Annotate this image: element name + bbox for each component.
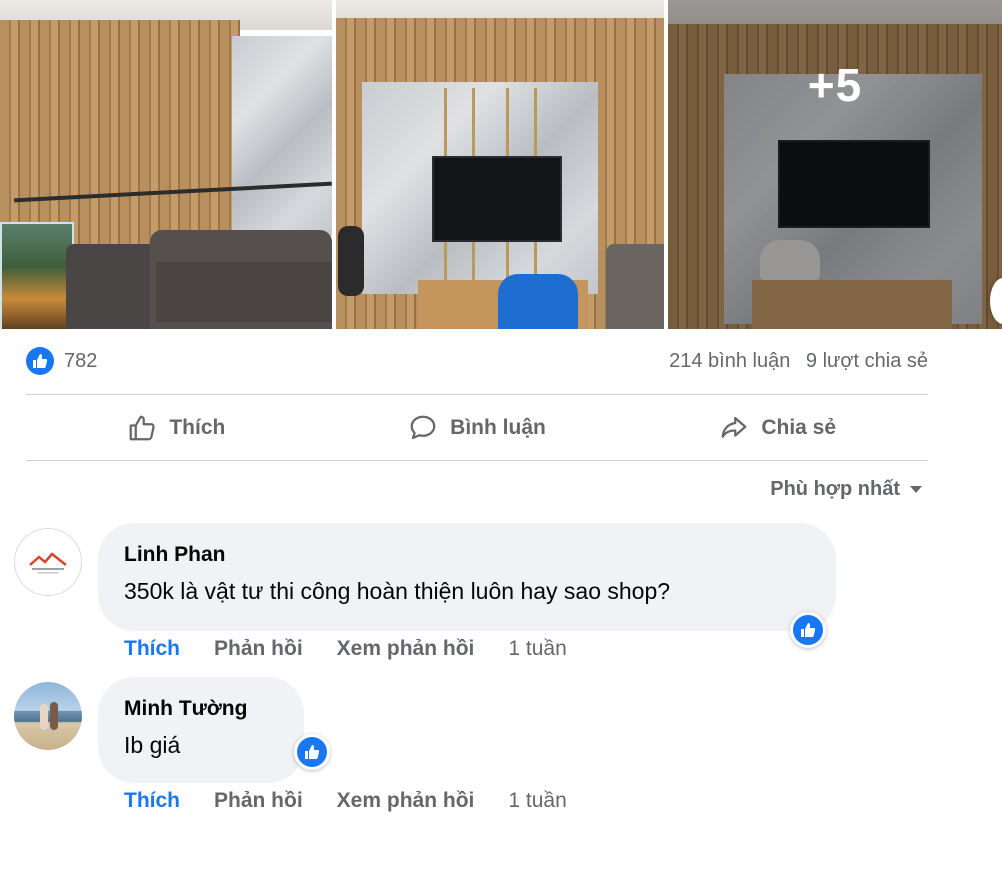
- comment-actions: Thích Phản hồi Xem phản hồi 1 tuần: [124, 789, 567, 813]
- share-count-link[interactable]: 9 lượt chia sẻ: [806, 350, 928, 372]
- post-photo-2[interactable]: [336, 0, 664, 329]
- comment-author[interactable]: Linh Phan: [124, 541, 808, 569]
- post-photo-1[interactable]: [0, 0, 332, 329]
- comment-text: Ib giá: [124, 732, 181, 758]
- logo-icon: [29, 552, 67, 574]
- caret-down-icon: [910, 486, 922, 493]
- comment-reply-link[interactable]: Phản hồi: [214, 637, 303, 661]
- comment-reply-link[interactable]: Phản hồi: [214, 789, 303, 813]
- like-reaction-icon: [297, 737, 327, 767]
- view-replies-link[interactable]: Xem phản hồi: [337, 789, 475, 813]
- divider: [26, 460, 928, 461]
- share-icon: [721, 416, 747, 438]
- comment-bubble: Minh Tường Ib giá: [98, 677, 304, 783]
- like-button[interactable]: Thích: [26, 396, 327, 460]
- comment-button-label: Bình luận: [450, 416, 546, 439]
- comment-timestamp[interactable]: 1 tuần: [508, 637, 566, 661]
- more-photos-count: +5: [807, 58, 863, 111]
- comment-reaction[interactable]: [790, 612, 826, 648]
- avatar[interactable]: [14, 682, 82, 750]
- more-photos-overlay[interactable]: +5: [668, 0, 1002, 329]
- like-reaction-icon: [26, 347, 54, 375]
- like-button-label: Thích: [169, 416, 226, 439]
- reaction-summary[interactable]: 782: [26, 347, 97, 375]
- reaction-count: 782: [64, 349, 98, 372]
- post-action-bar: Thích Bình luận Chia sẻ: [26, 396, 928, 460]
- comment-count-link[interactable]: 214 bình luận: [669, 350, 790, 372]
- like-reaction-icon: [793, 615, 823, 645]
- avatar[interactable]: [14, 528, 82, 596]
- divider: [26, 394, 928, 395]
- share-button-label: Chia sẻ: [761, 416, 837, 439]
- comment-icon: [410, 415, 436, 440]
- post-stats: 782 214 bình luận 9 lượt chia sẻ: [26, 344, 928, 378]
- comment-button[interactable]: Bình luận: [327, 396, 628, 460]
- comment-author[interactable]: Minh Tường: [124, 695, 276, 723]
- comment-like-link[interactable]: Thích: [124, 637, 180, 661]
- view-replies-link[interactable]: Xem phản hồi: [337, 637, 475, 661]
- comment-bubble: Linh Phan 350k là vật tư thi công hoàn t…: [98, 523, 836, 631]
- comment-like-link[interactable]: Thích: [124, 789, 180, 813]
- comment-reaction[interactable]: [294, 734, 330, 770]
- comment-sort-dropdown[interactable]: Phù hợp nhất: [770, 478, 922, 501]
- share-button[interactable]: Chia sẻ: [627, 396, 928, 460]
- photo-grid: +5: [0, 0, 1002, 329]
- thumbs-up-icon: [129, 415, 155, 441]
- post-photo-3-more[interactable]: +5: [668, 0, 1002, 329]
- comment-text: 350k là vật tư thi công hoàn thiện luôn …: [124, 578, 671, 604]
- comment-timestamp[interactable]: 1 tuần: [508, 789, 566, 813]
- comment-sort-label: Phù hợp nhất: [770, 478, 900, 500]
- comment-actions: Thích Phản hồi Xem phản hồi 1 tuần: [124, 637, 567, 661]
